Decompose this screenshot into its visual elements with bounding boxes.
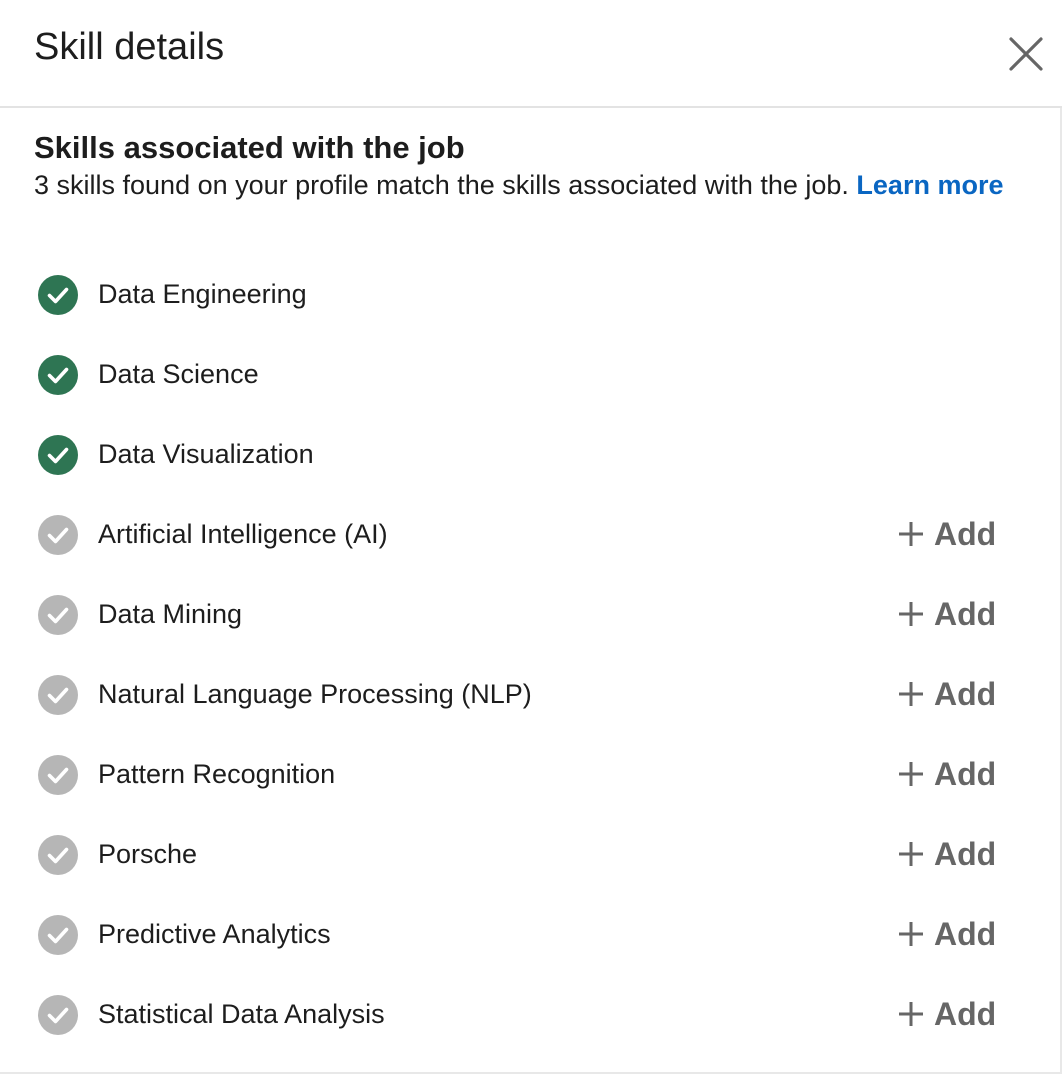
add-skill-button[interactable]: Add	[892, 749, 1002, 799]
unmatched-check-icon	[38, 915, 78, 955]
add-skill-button[interactable]: Add	[892, 509, 1002, 559]
unmatched-check-icon	[38, 995, 78, 1035]
skill-name: Artificial Intelligence (AI)	[98, 519, 388, 549]
unmatched-check-icon	[38, 835, 78, 875]
close-button[interactable]	[1000, 28, 1052, 80]
skill-row: Predictive Analytics Add	[0, 895, 1060, 975]
skill-row: Natural Language Processing (NLP) Add	[0, 655, 1060, 735]
skill-name: Data Visualization	[98, 439, 314, 469]
skill-row: Artificial Intelligence (AI) Add	[0, 495, 1060, 575]
add-skill-button[interactable]: Add	[892, 989, 1002, 1039]
skill-name: Porsche	[98, 839, 198, 869]
matched-check-icon	[38, 355, 78, 395]
skill-row: Data Mining Add	[0, 575, 1060, 655]
add-skill-button[interactable]: Add	[892, 669, 1002, 719]
unmatched-check-icon	[38, 515, 78, 555]
add-label: Add	[934, 995, 997, 1032]
add-label: Add	[934, 915, 997, 952]
add-label: Add	[934, 595, 997, 632]
plus-icon	[899, 842, 923, 866]
dialog-header: Skill details	[0, 0, 1062, 108]
skill-row: Pattern Recognition Add	[0, 735, 1060, 815]
skill-name: Data Mining	[98, 599, 243, 629]
skill-row: Statistical Data Analysis Add	[0, 975, 1060, 1055]
dialog-body: Skills associated with the job 3 skills …	[0, 108, 1062, 1074]
plus-icon	[899, 682, 923, 706]
plus-icon	[899, 522, 923, 546]
skill-details-dialog: Skill details Skills associated with the…	[0, 0, 1062, 1076]
skill-name: Pattern Recognition	[98, 759, 336, 789]
close-icon	[1009, 37, 1043, 71]
match-summary-text: 3 skills found on your profile match the…	[34, 170, 849, 200]
skill-name: Data Engineering	[98, 279, 307, 309]
add-skill-button[interactable]: Add	[892, 909, 1002, 959]
add-label: Add	[934, 755, 997, 792]
add-label: Add	[934, 515, 997, 552]
skill-name: Statistical Data Analysis	[98, 999, 385, 1029]
plus-icon	[899, 922, 923, 946]
unmatched-check-icon	[38, 595, 78, 635]
unmatched-check-icon	[38, 755, 78, 795]
add-skill-button[interactable]: Add	[892, 829, 1002, 879]
learn-more-link[interactable]: Learn more	[856, 170, 1003, 200]
matched-check-icon	[38, 275, 78, 315]
skill-name: Predictive Analytics	[98, 919, 331, 949]
matched-check-icon	[38, 435, 78, 475]
add-label: Add	[934, 835, 997, 872]
skill-row: Data Engineering	[0, 255, 1060, 335]
skill-row: Data Visualization	[0, 415, 1060, 495]
skill-name: Data Science	[98, 359, 259, 389]
skill-row: Data Science	[0, 335, 1060, 415]
unmatched-check-icon	[38, 675, 78, 715]
plus-icon	[899, 602, 923, 626]
plus-icon	[899, 762, 923, 786]
skill-list: Data Engineering Data Science Data Visuali…	[0, 255, 1060, 1055]
section-heading: Skills associated with the job	[34, 130, 465, 165]
add-skill-button[interactable]: Add	[892, 589, 1002, 639]
add-label: Add	[934, 675, 997, 712]
section-description: 3 skills found on your profile match the…	[34, 168, 1024, 203]
plus-icon	[899, 1002, 923, 1026]
skill-name: Natural Language Processing (NLP)	[98, 679, 532, 709]
skill-row: Porsche Add	[0, 815, 1060, 895]
dialog-title: Skill details	[34, 26, 225, 68]
